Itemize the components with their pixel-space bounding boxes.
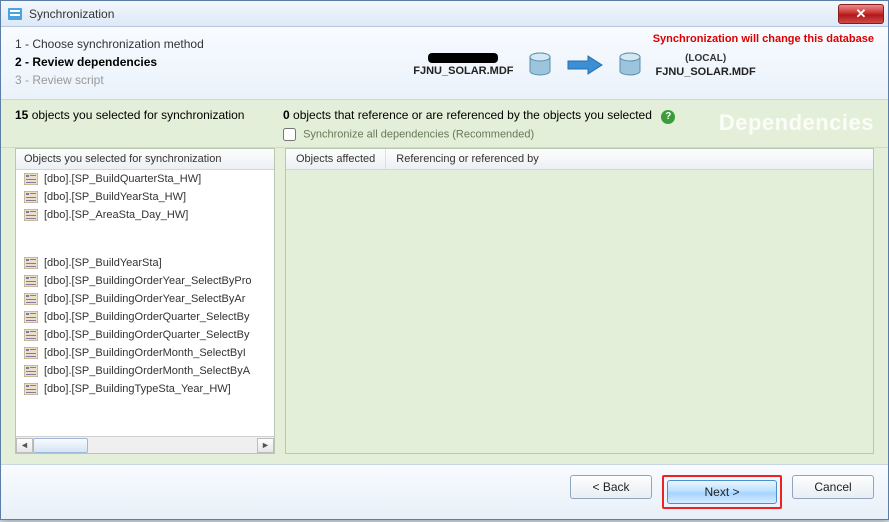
dependencies-panel: Objects affected Referencing or referenc… xyxy=(285,148,874,454)
scroll-thumb[interactable] xyxy=(33,438,88,453)
scroll-right-button[interactable]: ► xyxy=(257,438,274,453)
list-item[interactable]: [dbo].[SP_BuildingOrderMonth_SelectByA xyxy=(16,362,274,380)
list-item[interactable]: [dbo].[SP_AreaSta_Day_HW] xyxy=(16,206,274,224)
titlebar: Synchronization ✕ xyxy=(1,1,888,27)
wizard-footer: < Back Next > Cancel xyxy=(1,464,888,519)
header-warning: Synchronization will change this databas… xyxy=(653,33,874,45)
sp-icon xyxy=(24,347,38,359)
selected-objects-list[interactable]: [dbo].[SP_BuildQuarterSta_HW] [dbo].[SP_… xyxy=(16,170,274,436)
app-icon xyxy=(7,6,23,22)
list-item[interactable]: [dbo].[SP_BuildQuarterSta_HW] xyxy=(16,170,274,188)
wizard-header: 1 - Choose synchronization method 2 - Re… xyxy=(1,27,888,100)
col-referencing[interactable]: Referencing or referenced by xyxy=(386,149,873,169)
sync-all-checkbox[interactable] xyxy=(283,128,296,141)
content-header: 15 objects you selected for synchronizat… xyxy=(1,100,888,148)
selected-objects-header: Objects you selected for synchronization xyxy=(16,149,274,170)
wizard-steps: 1 - Choose synchronization method 2 - Re… xyxy=(15,35,295,89)
sp-icon xyxy=(24,365,38,377)
list-item[interactable]: [dbo].[SP_BuildingOrderYear_SelectByAr xyxy=(16,290,274,308)
sp-icon xyxy=(24,275,38,287)
window-title: Synchronization xyxy=(29,7,838,21)
step-2: 2 - Review dependencies xyxy=(15,53,295,71)
next-button[interactable]: Next > xyxy=(667,480,777,504)
sync-all-checkbox-row: Synchronize all dependencies (Recommende… xyxy=(283,128,675,141)
scroll-track[interactable] xyxy=(33,438,257,453)
list-item[interactable]: [dbo].[SP_BuildingOrderMonth_SelectByI xyxy=(16,344,274,362)
list-item[interactable]: [dbo].[SP_BuildingOrderQuarter_SelectBy xyxy=(16,308,274,326)
sync-wizard-window: Synchronization ✕ 1 - Choose synchroniza… xyxy=(0,0,889,520)
target-db-local: (LOCAL) xyxy=(685,53,726,64)
close-button[interactable]: ✕ xyxy=(838,4,884,24)
source-db-name: FJNU_SOLAR.MDF xyxy=(413,65,513,77)
referenced-count: 0 objects that reference or are referenc… xyxy=(283,108,675,141)
list-spacer xyxy=(16,224,274,254)
database-icon xyxy=(616,51,644,79)
sync-all-label: Synchronize all dependencies (Recommende… xyxy=(303,128,534,140)
back-button[interactable]: < Back xyxy=(570,475,652,499)
dependencies-columns: Objects affected Referencing or referenc… xyxy=(286,149,873,170)
sp-icon xyxy=(24,173,38,185)
sp-icon xyxy=(24,293,38,305)
list-item[interactable]: [dbo].[SP_BuildingOrderQuarter_SelectBy xyxy=(16,326,274,344)
sp-icon xyxy=(24,191,38,203)
arrow-icon xyxy=(566,54,604,76)
content-body: Objects you selected for synchronization… xyxy=(1,148,888,464)
close-icon: ✕ xyxy=(856,6,867,22)
sp-icon xyxy=(24,209,38,221)
selected-objects-panel: Objects you selected for synchronization… xyxy=(15,148,275,454)
dependencies-empty-body xyxy=(286,170,873,453)
sp-icon xyxy=(24,257,38,269)
list-item[interactable]: [dbo].[SP_BuildYearSta] xyxy=(16,254,274,272)
next-button-highlight: Next > xyxy=(662,475,782,509)
step-3: 3 - Review script xyxy=(15,71,295,89)
sp-icon xyxy=(24,383,38,395)
horizontal-scrollbar[interactable]: ◄ ► xyxy=(16,436,274,453)
target-db-node: (LOCAL) FJNU_SOLAR.MDF xyxy=(656,53,756,78)
list-item[interactable]: [dbo].[SP_BuildYearSta_HW] xyxy=(16,188,274,206)
cancel-button[interactable]: Cancel xyxy=(792,475,874,499)
source-db-node: FJNU_SOLAR.MDF xyxy=(413,53,513,77)
target-db-name: FJNU_SOLAR.MDF xyxy=(656,66,756,78)
sp-icon xyxy=(24,311,38,323)
list-item[interactable]: [dbo].[SP_BuildingTypeSta_Year_HW] xyxy=(16,380,274,398)
step-1: 1 - Choose synchronization method xyxy=(15,35,295,53)
obscured-server-name xyxy=(428,53,498,63)
scroll-left-button[interactable]: ◄ xyxy=(16,438,33,453)
list-item[interactable]: [dbo].[SP_BuildingOrderYear_SelectByPro xyxy=(16,272,274,290)
database-icon xyxy=(526,51,554,79)
sp-icon xyxy=(24,329,38,341)
help-icon[interactable]: ? xyxy=(661,110,675,124)
dependencies-watermark: Dependencies xyxy=(719,110,874,136)
selected-count: 15 objects you selected for synchronizat… xyxy=(15,108,283,122)
col-objects-affected[interactable]: Objects affected xyxy=(286,149,386,169)
